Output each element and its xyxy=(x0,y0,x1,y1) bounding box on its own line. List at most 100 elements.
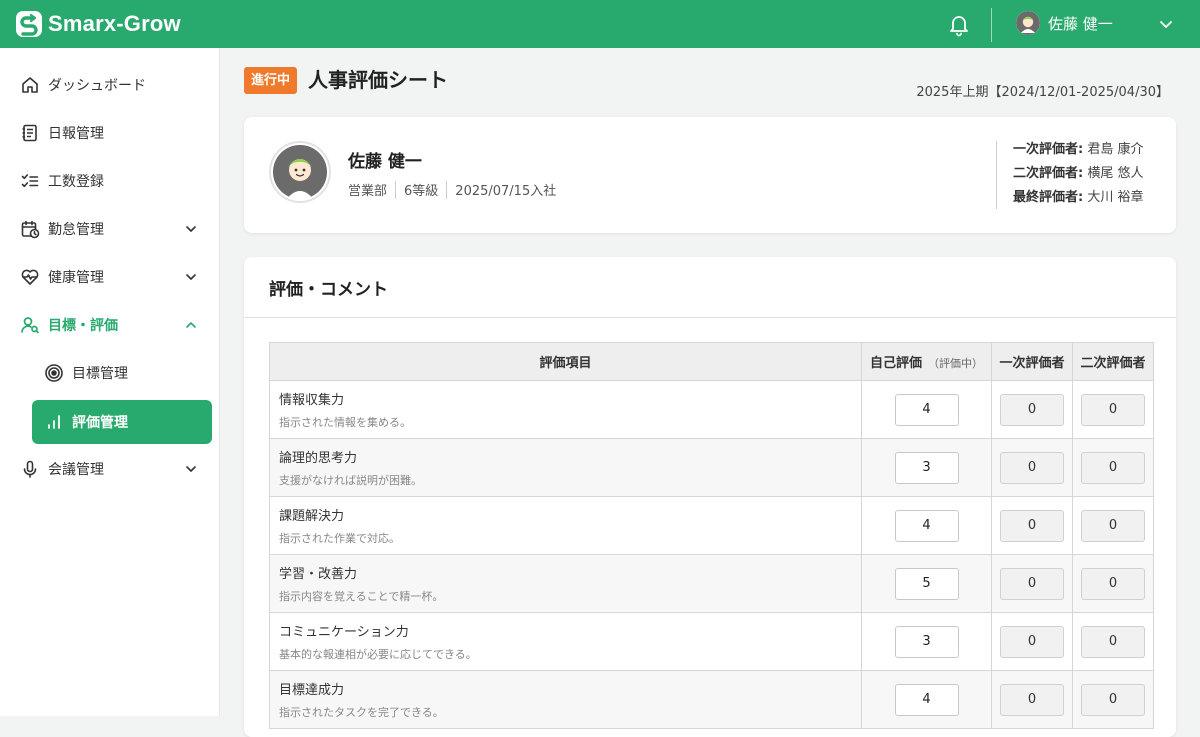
main-content: 進行中 人事評価シート 2025年上期【2024/12/01-2025/04/3… xyxy=(221,48,1200,737)
second-score-field: 0 xyxy=(1081,451,1145,484)
user-avatar xyxy=(1016,11,1040,35)
item-cell: 論理的思考力 支援がなければ説明が困難。 xyxy=(269,438,862,497)
sidebar-item-dashboard[interactable]: ダッシュボード xyxy=(0,63,220,107)
meta-divider xyxy=(395,180,397,199)
bar-chart-icon xyxy=(44,412,64,432)
table-row: 情報収集力 指示された情報を集める。 4 0 0 xyxy=(269,380,1154,439)
chevron-down-icon xyxy=(184,462,198,476)
item-cell: 情報収集力 指示された情報を集める。 xyxy=(269,380,862,439)
user-name: 佐藤 健一 xyxy=(1048,14,1113,33)
self-score-input[interactable]: 4 xyxy=(894,393,959,426)
second-score-cell: 0 xyxy=(1072,670,1154,729)
app-logo[interactable]: Smarx-Grow xyxy=(14,9,181,39)
item-description: 基本的な報連相が必要に応じてできる。 xyxy=(279,648,477,661)
item-cell: 課題解決力 指示された作業で対応。 xyxy=(269,496,862,555)
employee-department: 営業部 xyxy=(348,184,388,199)
section-divider xyxy=(244,317,1176,318)
item-cell: コミュニケーション力 基本的な報連相が必要に応じてできる。 xyxy=(269,612,862,671)
employee-name: 佐藤 健一 xyxy=(348,152,422,172)
logo-text: Smarx-Grow xyxy=(48,11,181,36)
item-description: 指示された作業で対応。 xyxy=(279,532,400,545)
item-cell: 学習・改善力 指示内容を覚えることで精一杯。 xyxy=(269,554,862,613)
employee-meta: 営業部 6等級 2025/07/15入社 xyxy=(348,180,556,199)
chevron-up-icon xyxy=(184,318,198,332)
item-name: コミュニケーション力 xyxy=(279,625,409,640)
home-icon xyxy=(20,75,40,95)
employee-grade: 6等級 xyxy=(404,184,439,199)
sidebar-item-health[interactable]: 健康管理 xyxy=(0,255,220,299)
notebook-icon xyxy=(20,123,40,143)
second-score-cell: 0 xyxy=(1072,380,1154,439)
self-score-input[interactable]: 4 xyxy=(894,509,959,542)
self-score-input[interactable]: 3 xyxy=(894,625,959,658)
sidebar-item-attendance[interactable]: 勤怠管理 xyxy=(0,207,220,251)
column-header-label: 二次評価者 xyxy=(1080,356,1146,371)
profile-card: 佐藤 健一 営業部 6等級 2025/07/15入社 一次評価者: 君島 康介 … xyxy=(244,117,1176,233)
sidebar-item-label: 勤怠管理 xyxy=(48,222,104,238)
second-score-field: 0 xyxy=(1081,393,1145,426)
notification-bell-icon[interactable] xyxy=(946,12,972,38)
evaluator-role: 二次評価者: xyxy=(1013,166,1084,181)
first-score-field: 0 xyxy=(1000,393,1064,426)
self-score-input[interactable]: 4 xyxy=(894,683,959,716)
second-score-cell: 0 xyxy=(1072,438,1154,497)
target-icon xyxy=(44,363,64,383)
column-header-second: 二次評価者 xyxy=(1072,342,1154,381)
table-row: 学習・改善力 指示内容を覚えることで精一杯。 5 0 0 xyxy=(269,554,1154,613)
first-score-field: 0 xyxy=(1000,451,1064,484)
column-header-label: 自己評価 xyxy=(869,356,922,371)
logo-icon xyxy=(14,9,44,39)
self-score-input[interactable]: 3 xyxy=(894,451,959,484)
sidebar-item-daily-report[interactable]: 日報管理 xyxy=(0,111,220,155)
column-header-label: 一次評価者 xyxy=(999,356,1065,371)
sidebar-item-label: 会議管理 xyxy=(48,462,104,478)
self-score-cell: 5 xyxy=(861,554,992,613)
sidebar-item-meetings[interactable]: 会議管理 xyxy=(0,447,220,491)
table-row: 課題解決力 指示された作業で対応。 4 0 0 xyxy=(269,496,1154,555)
column-header-first: 一次評価者 xyxy=(991,342,1073,381)
status-badge: 進行中 xyxy=(244,67,298,94)
meta-divider xyxy=(446,180,448,199)
self-eval-status: （評価中） xyxy=(928,357,983,370)
evaluator-name: 大川 裕章 xyxy=(1087,190,1144,205)
self-score-cell: 4 xyxy=(861,670,992,729)
item-name: 情報収集力 xyxy=(279,393,345,408)
second-score-field: 0 xyxy=(1081,567,1145,600)
column-header-item: 評価項目 xyxy=(269,342,862,381)
sidebar-item-evaluation-management[interactable]: 評価管理 xyxy=(32,400,212,444)
table-row: 目標達成力 指示されたタスクを完了できる。 4 0 0 xyxy=(269,670,1154,729)
column-header-self: 自己評価 （評価中） xyxy=(861,342,992,381)
evaluator-list: 一次評価者: 君島 康介 二次評価者: 横尾 悠人 最終評価者: 大川 裕章 xyxy=(996,141,1143,209)
self-score-cell: 3 xyxy=(861,612,992,671)
sidebar-item-time-entry[interactable]: 工数登録 xyxy=(0,159,220,203)
evaluator-first: 一次評価者: 君島 康介 xyxy=(1013,141,1143,165)
second-score-field: 0 xyxy=(1081,683,1145,716)
sidebar-item-label: 健康管理 xyxy=(48,270,104,286)
sidebar-item-label: 評価管理 xyxy=(72,415,128,431)
calendar-clock-icon xyxy=(20,219,40,239)
item-name: 論理的思考力 xyxy=(279,451,358,466)
first-score-cell: 0 xyxy=(991,670,1073,729)
user-search-icon xyxy=(20,315,40,335)
sidebar-item-goals-evaluation[interactable]: 目標・評価 xyxy=(0,303,220,347)
self-score-cell: 4 xyxy=(861,380,992,439)
sidebar-item-label: 目標・評価 xyxy=(48,318,118,334)
section-title: 評価・コメント xyxy=(269,280,388,300)
checklist-icon xyxy=(20,171,40,191)
user-menu[interactable]: 佐藤 健一 xyxy=(1016,11,1113,35)
header-divider xyxy=(991,8,992,42)
sidebar-item-goal-management[interactable]: 目標管理 xyxy=(32,351,212,395)
sidebar-item-label: ダッシュボード xyxy=(48,78,146,94)
column-header-label: 評価項目 xyxy=(539,356,592,371)
second-score-field: 0 xyxy=(1081,625,1145,658)
first-score-cell: 0 xyxy=(991,380,1073,439)
self-score-input[interactable]: 5 xyxy=(894,567,959,600)
chevron-down-icon xyxy=(184,270,198,284)
evaluator-role: 最終評価者: xyxy=(1013,190,1084,205)
chevron-down-icon[interactable] xyxy=(1158,16,1174,32)
evaluation-card: 評価・コメント 評価項目 自己評価 （評価中） 一次評価者 二次評価者 情報収集… xyxy=(244,257,1176,737)
first-score-cell: 0 xyxy=(991,612,1073,671)
sidebar: ダッシュボード 日報管理 工数登録 勤怠管理 健康管理 目標・評価 目標管理 評… xyxy=(0,48,220,716)
self-score-cell: 3 xyxy=(861,438,992,497)
item-description: 指示された情報を集める。 xyxy=(279,416,411,429)
